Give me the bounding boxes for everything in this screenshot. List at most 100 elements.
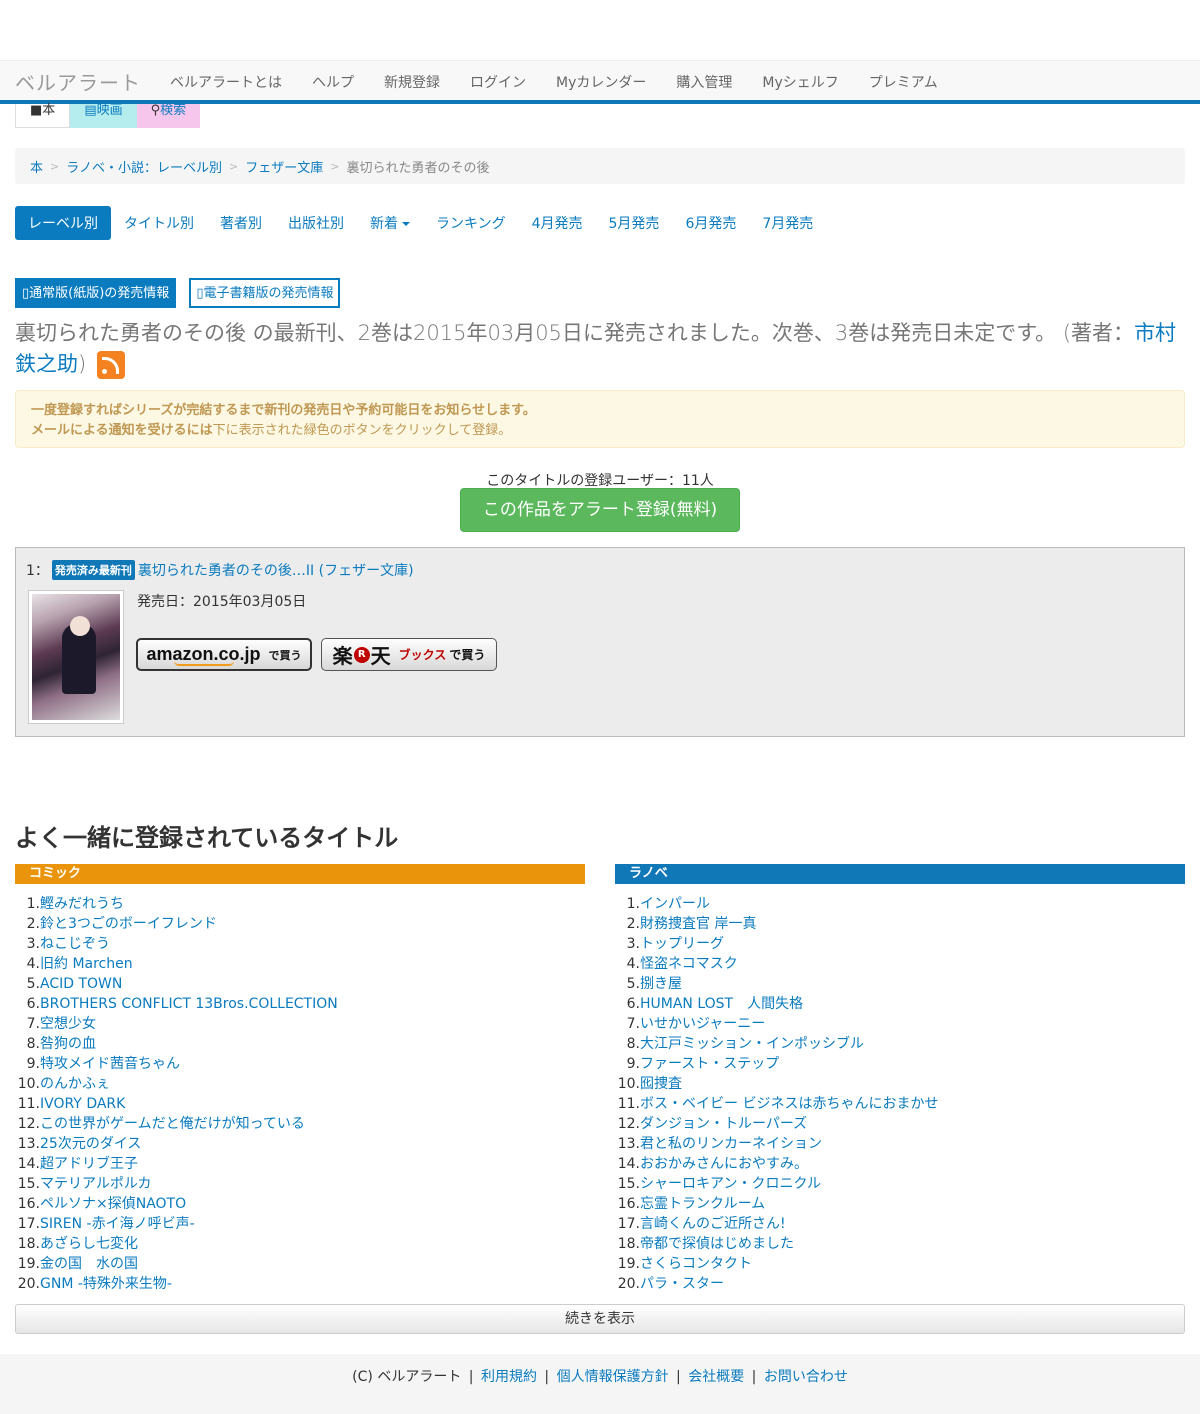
caret-down-icon <box>402 222 410 226</box>
tab-book[interactable]: ■本 <box>15 104 71 128</box>
pill-april[interactable]: 4月発売 <box>519 206 596 240</box>
related-title-link[interactable]: シャーロキアン・クロニクル <box>640 1174 821 1194</box>
list-item: 20. パラ・スター <box>615 1274 1185 1294</box>
list-item: 11. IVORY DARK <box>15 1094 585 1114</box>
volume-title-link[interactable]: 裏切られた勇者のその後…II (フェザー文庫) <box>138 560 414 580</box>
related-title-link[interactable]: 大江戸ミッション・インポッシブル <box>640 1034 864 1054</box>
related-title-link[interactable]: ボス・ベイビー ビジネスは赤ちゃんにおまかせ <box>640 1094 938 1114</box>
paper-edition-button[interactable]: ▯通常版(紙版)の発売情報 <box>15 278 177 308</box>
list-item-number: 6. <box>626 996 640 1012</box>
brand-logo[interactable]: ベルアラート <box>15 67 141 96</box>
nav-item-about[interactable]: ベルアラートとは <box>170 72 282 92</box>
rakuten-buy-button[interactable]: 楽R天 ブックス で買う <box>321 638 497 671</box>
related-title-link[interactable]: インパール <box>640 894 710 914</box>
book-cover-image[interactable] <box>28 590 124 724</box>
related-title-link[interactable]: 言崎くんのご近所さん! <box>640 1214 786 1234</box>
list-item-number: 2. <box>26 916 40 932</box>
related-title-link[interactable]: ねこじぞう <box>40 934 110 954</box>
pill-title[interactable]: タイトル別 <box>111 206 207 240</box>
related-title-link[interactable]: この世界がゲームだと俺だけが知っている <box>40 1114 305 1134</box>
nav-item-help[interactable]: ヘルプ <box>312 72 354 92</box>
show-more-button[interactable]: 続きを表示 <box>15 1304 1185 1334</box>
related-title-link[interactable]: 囮捜査 <box>640 1074 682 1094</box>
comic-list: 1. 鰹みだれうち 2. 鈴と3つごのボーイフレンド 3. ねこじぞう 4. 旧約 M… <box>15 894 585 1294</box>
related-title-link[interactable]: マテリアルポルカ <box>40 1174 151 1194</box>
related-title-link[interactable]: 捌き屋 <box>640 974 682 994</box>
list-item: 4. 旧約 Marchen <box>15 954 585 974</box>
pill-new[interactable]: 新着 <box>357 206 423 240</box>
nav-item-calendar[interactable]: Myカレンダー <box>556 72 646 92</box>
pill-may[interactable]: 5月発売 <box>596 206 673 240</box>
footer-privacy-link[interactable]: 個人情報保護方針 <box>557 1369 669 1385</box>
pill-ranking[interactable]: ランキング <box>423 206 519 240</box>
related-title-link[interactable]: 忘霊トランクルーム <box>640 1194 765 1214</box>
related-title-link[interactable]: 旧約 Marchen <box>40 954 133 974</box>
nav-item-login[interactable]: ログイン <box>470 72 526 92</box>
related-title-link[interactable]: 金の国 水の国 <box>40 1254 138 1274</box>
related-title-link[interactable]: 怪盗ネコマスク <box>640 954 738 974</box>
amazon-buy-label: で買う <box>268 648 302 662</box>
related-title-link[interactable]: 鈴と3つごのボーイフレンド <box>40 914 217 934</box>
related-title-link[interactable]: HUMAN LOST 人間失格 <box>640 994 803 1014</box>
footer-contact-link[interactable]: お問い合わせ <box>764 1369 848 1385</box>
related-title-link[interactable]: BROTHERS CONFLICT 13Bros.COLLECTION <box>40 994 338 1014</box>
related-title-link[interactable]: 君と私のリンカーネイション <box>640 1134 822 1154</box>
tab-search[interactable]: ⚲検索 <box>136 104 201 128</box>
headline-close: ) <box>78 352 87 376</box>
pill-july[interactable]: 7月発売 <box>749 206 826 240</box>
nav-item-shelf[interactable]: Myシェルフ <box>762 72 838 92</box>
related-title-link[interactable]: さくらコンタクト <box>640 1254 752 1274</box>
list-item-number: 3. <box>26 936 40 952</box>
tab-movie[interactable]: ▤映画 <box>70 104 137 128</box>
list-item: 18. 帝都で探偵はじめました <box>615 1234 1185 1254</box>
list-item-number: 3. <box>626 936 640 952</box>
edition-buttons: ▯通常版(紙版)の発売情報 ▯電子書籍版の発売情報 <box>15 278 353 308</box>
alert-register-button[interactable]: この作品をアラート登録(無料) <box>460 488 740 532</box>
nav-item-purchase[interactable]: 購入管理 <box>676 72 732 92</box>
related-title-link[interactable]: おおかみさんにおやすみ。 <box>640 1154 808 1174</box>
related-title-link[interactable]: SIREN -赤イ海ノ呼ビ声- <box>40 1214 195 1234</box>
related-title-link[interactable]: いせかいジャーニー <box>640 1014 765 1034</box>
related-title-link[interactable]: 特攻メイド茜音ちゃん <box>40 1054 180 1074</box>
related-title-link[interactable]: 財務捜査官 岸一真 <box>640 914 756 934</box>
nav-item-signup[interactable]: 新規登録 <box>384 72 440 92</box>
related-title-link[interactable]: パラ・スター <box>640 1274 724 1294</box>
registered-users-count: このタイトルの登録ユーザー：11人 <box>486 473 714 489</box>
related-title-link[interactable]: のんかふぇ <box>40 1074 110 1094</box>
related-title-link[interactable]: 咎狗の血 <box>40 1034 96 1054</box>
ebook-edition-button[interactable]: ▯電子書籍版の発売情報 <box>189 278 341 308</box>
list-item-number: 11. <box>17 1096 40 1112</box>
breadcrumb-book[interactable]: 本 <box>30 157 43 176</box>
pill-label[interactable]: レーベル別 <box>15 206 111 240</box>
related-title-link[interactable]: GNM -特殊外来生物- <box>40 1274 172 1294</box>
pill-june[interactable]: 6月発売 <box>672 206 749 240</box>
list-item-number: 5. <box>626 976 640 992</box>
list-item-number: 16. <box>17 1196 40 1212</box>
list-item: 1. 鰹みだれうち <box>15 894 585 914</box>
nav-item-premium[interactable]: プレミアム <box>869 72 938 92</box>
amazon-buy-button[interactable]: amazon.co.jp で買う <box>136 638 312 671</box>
related-title-link[interactable]: ペルソナ×探偵NAOTO <box>40 1194 186 1214</box>
list-item: 14. おおかみさんにおやすみ。 <box>615 1154 1185 1174</box>
related-title-link[interactable]: IVORY DARK <box>40 1094 125 1114</box>
related-title-link[interactable]: トップリーグ <box>640 934 724 954</box>
related-title-link[interactable]: 空想少女 <box>40 1014 96 1034</box>
rss-icon[interactable] <box>96 351 125 379</box>
related-title-link[interactable]: 鰹みだれうち <box>40 894 124 914</box>
breadcrumb-label[interactable]: フェザー文庫 <box>245 157 323 176</box>
list-item-number: 10. <box>617 1076 640 1092</box>
breadcrumb-label-list[interactable]: ラノベ・小説：レーベル別 <box>66 157 222 176</box>
related-title-link[interactable]: ACID TOWN <box>40 974 122 994</box>
list-item: 10. 囮捜査 <box>615 1074 1185 1094</box>
related-title-link[interactable]: あざらし七変化 <box>40 1234 138 1254</box>
footer-company-link[interactable]: 会社概要 <box>688 1369 744 1385</box>
related-title-link[interactable]: ダンジョン・トルーパーズ <box>640 1114 807 1134</box>
related-title-link[interactable]: 超アドリブ王子 <box>40 1154 138 1174</box>
related-title-link[interactable]: ファースト・ステップ <box>640 1054 779 1074</box>
related-title-link[interactable]: 帝都で探偵はじめました <box>640 1234 794 1254</box>
pill-author[interactable]: 著者別 <box>207 206 275 240</box>
list-item: 20. GNM -特殊外来生物- <box>15 1274 585 1294</box>
related-title-link[interactable]: 25次元のダイス <box>40 1134 141 1154</box>
footer-terms-link[interactable]: 利用規約 <box>481 1369 537 1385</box>
pill-publisher[interactable]: 出版社別 <box>275 206 357 240</box>
